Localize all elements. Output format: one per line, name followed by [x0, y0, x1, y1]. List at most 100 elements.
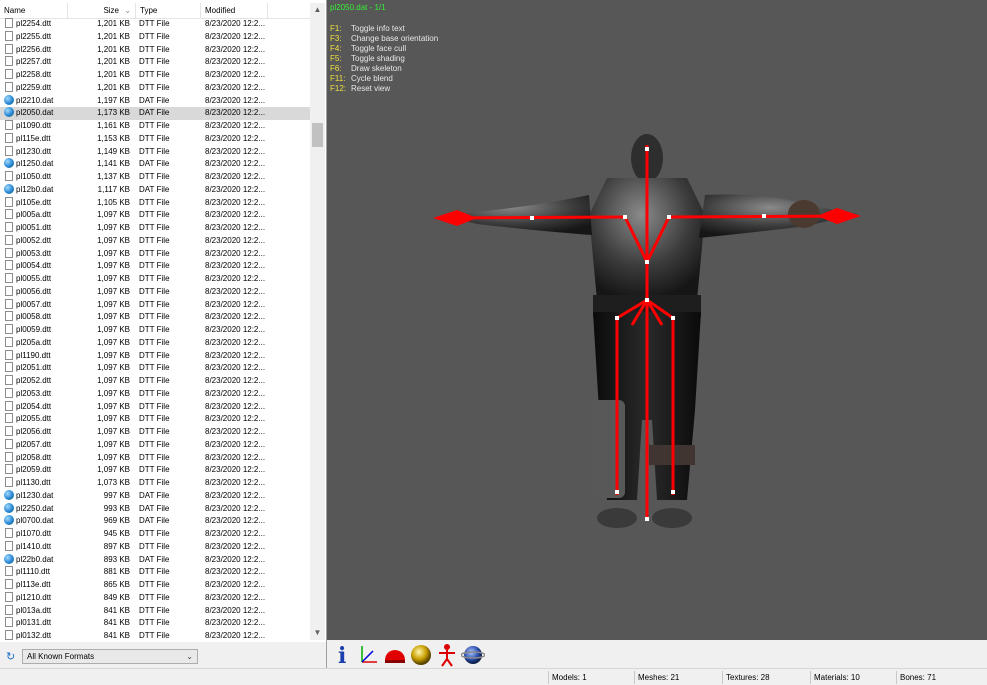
file-type: DTT File: [139, 312, 170, 322]
file-name: pl2057.dtt: [16, 439, 52, 449]
dome-icon[interactable]: [383, 642, 407, 667]
file-row[interactable]: pl2057.dtt 1,097 KB DTT File 8/23/2020 12:2…: [0, 438, 310, 452]
file-size: 997 KB: [103, 490, 130, 500]
file-row[interactable]: pl1210.dtt 849 KB DTT File 8/23/2020 12:2..…: [0, 591, 310, 605]
file-row[interactable]: pl113e.dtt 865 KB DTT File 8/23/2020 12:2..…: [0, 579, 310, 592]
model-viewport[interactable]: pl2050.dat - 1/1 F1: Toggle info text F3: C…: [327, 0, 987, 640]
file-row[interactable]: pl0059.dtt 1,097 KB DTT File 8/23/2020 12:2…: [0, 324, 310, 337]
file-row[interactable]: pl1190.dtt 1,097 KB DTT File 8/23/2020 12:2…: [0, 349, 310, 363]
format-filter-value: All Known Formats: [27, 652, 95, 661]
file-size: 1,201 KB: [97, 19, 130, 28]
file-modified: 8/23/2020 12:2...: [205, 337, 266, 347]
refresh-icon[interactable]: ↻: [6, 651, 18, 663]
file-size: 1,097 KB: [97, 401, 130, 411]
file-row[interactable]: pl1070.dtt 945 KB DTT File 8/23/2020 12:2..…: [0, 528, 310, 541]
file-row[interactable]: pl22b0.dat 893 KB DAT File 8/23/2020 12:2..…: [0, 553, 310, 567]
file-row[interactable]: pl0132.dtt 841 KB DTT File 8/23/2020 12:2..…: [0, 630, 310, 640]
file-modified: 8/23/2020 12:2...: [205, 19, 266, 28]
file-row[interactable]: pl1250.dat 1,141 KB DAT File 8/23/2020 12:2…: [0, 158, 310, 171]
file-size: 893 KB: [103, 554, 130, 564]
file-size: 1,149 KB: [97, 146, 130, 156]
file-row[interactable]: pl1110.dtt 881 KB DTT File 8/23/2020 12:2..…: [0, 566, 310, 579]
file-row[interactable]: pl2059.dtt 1,097 KB DTT File 8/23/2020 12:2…: [0, 464, 310, 477]
file-row[interactable]: pl0056.dtt 1,097 KB DTT File 8/23/2020 12:2…: [0, 285, 310, 299]
file-modified: 8/23/2020 12:2...: [205, 121, 266, 130]
file-row[interactable]: pl1230.dat 997 KB DAT File 8/23/2020 12:2..…: [0, 489, 310, 503]
file-row[interactable]: pl2254.dtt 1,201 KB DTT File 8/23/2020 12:2…: [0, 18, 310, 31]
file-row[interactable]: pl115e.dtt 1,153 KB DTT File 8/23/2020 12:2…: [0, 132, 310, 146]
file-name: pl1050.dtt: [16, 172, 52, 181]
file-row[interactable]: pl2257.dtt 1,201 KB DTT File 8/23/2020 12:2…: [0, 56, 310, 69]
column-header-name[interactable]: Name: [0, 3, 68, 18]
file-row[interactable]: pl2259.dtt 1,201 KB DTT File 8/23/2020 12:2…: [0, 81, 310, 95]
format-filter-select[interactable]: All Known Formats ⌄: [22, 649, 198, 664]
dat-icon: [4, 489, 14, 500]
file-row[interactable]: pl2256.dtt 1,201 KB DTT File 8/23/2020 12:2…: [0, 43, 310, 57]
file-row[interactable]: pl2055.dtt 1,097 KB DTT File 8/23/2020 12:2…: [0, 413, 310, 426]
file-row[interactable]: pl2255.dtt 1,201 KB DTT File 8/23/2020 12:2…: [0, 30, 310, 44]
file-modified: 8/23/2020 12:2...: [205, 452, 266, 462]
file-modified: 8/23/2020 12:2...: [205, 567, 266, 577]
file-modified: 8/23/2020 12:2...: [205, 210, 266, 220]
scroll-up-icon[interactable]: ▲: [310, 3, 325, 17]
file-size: 1,097 KB: [97, 235, 130, 245]
status-meshes: Meshes: 21: [634, 671, 722, 684]
file-icon: [5, 145, 13, 156]
file-row[interactable]: pl0054.dtt 1,097 KB DTT File 8/23/2020 12:2…: [0, 260, 310, 273]
scroll-down-icon[interactable]: ▼: [310, 626, 325, 640]
file-size: 1,097 KB: [97, 248, 130, 258]
file-row[interactable]: pl0052.dtt 1,097 KB DTT File 8/23/2020 12:2…: [0, 234, 310, 248]
file-row[interactable]: pl2053.dtt 1,097 KB DTT File 8/23/2020 12:2…: [0, 387, 310, 401]
file-row[interactable]: pl0053.dtt 1,097 KB DTT File 8/23/2020 12:2…: [0, 247, 310, 261]
scrollbar-thumb[interactable]: [312, 123, 323, 147]
file-row[interactable]: pl1230.dtt 1,149 KB DTT File 8/23/2020 12:2…: [0, 145, 310, 159]
axes-icon[interactable]: [357, 642, 381, 667]
file-size: 1,173 KB: [97, 108, 130, 118]
file-row[interactable]: pl1050.dtt 1,137 KB DTT File 8/23/2020 12:2…: [0, 171, 310, 184]
skeleton-icon[interactable]: [435, 642, 459, 667]
file-icon: [5, 247, 13, 258]
sphere-icon[interactable]: [409, 642, 433, 667]
file-modified: 8/23/2020 12:2...: [205, 465, 266, 475]
file-row[interactable]: pl2051.dtt 1,097 KB DTT File 8/23/2020 12:2…: [0, 362, 310, 375]
file-row[interactable]: pl0131.dtt 841 KB DTT File 8/23/2020 12:2..…: [0, 617, 310, 630]
file-row[interactable]: pl013a.dtt 841 KB DTT File 8/23/2020 12:2..…: [0, 604, 310, 618]
file-type: DTT File: [139, 478, 170, 487]
file-row[interactable]: pl2056.dtt 1,097 KB DTT File 8/23/2020 12:2…: [0, 426, 310, 439]
file-row[interactable]: pl1090.dtt 1,161 KB DTT File 8/23/2020 12:2…: [0, 120, 310, 133]
file-icon: [5, 336, 13, 347]
file-type: DTT File: [139, 172, 170, 181]
info-icon[interactable]: i: [331, 642, 355, 669]
file-row[interactable]: pl12b0.dat 1,117 KB DAT File 8/23/2020 12:2…: [0, 183, 310, 197]
file-row[interactable]: pl205a.dtt 1,097 KB DTT File 8/23/2020 12:2…: [0, 336, 310, 350]
file-row[interactable]: pl1130.dtt 1,073 KB DTT File 8/23/2020 12:2…: [0, 477, 310, 490]
file-icon: [5, 196, 13, 207]
file-list-scrollbar[interactable]: ▲ ▼: [310, 3, 325, 640]
file-row[interactable]: pl2050.dat 1,173 KB DAT File 8/23/2020 12:2…: [0, 107, 310, 120]
file-row[interactable]: pl0055.dtt 1,097 KB DTT File 8/23/2020 12:2…: [0, 273, 310, 286]
file-row[interactable]: pl2052.dtt 1,097 KB DTT File 8/23/2020 12:2…: [0, 375, 310, 388]
file-size: 841 KB: [103, 618, 130, 628]
planet-icon[interactable]: [460, 642, 486, 667]
file-row[interactable]: pl0058.dtt 1,097 KB DTT File 8/23/2020 12:2…: [0, 311, 310, 324]
file-row[interactable]: pl0051.dtt 1,097 KB DTT File 8/23/2020 12:2…: [0, 222, 310, 235]
file-modified: 8/23/2020 12:2...: [205, 350, 266, 360]
file-row[interactable]: pl1410.dtt 897 KB DTT File 8/23/2020 12:2..…: [0, 540, 310, 554]
file-modified: 8/23/2020 12:2...: [205, 44, 266, 54]
file-type: DTT File: [139, 605, 170, 615]
file-type: DAT File: [139, 108, 170, 118]
column-header-type[interactable]: Type: [136, 3, 201, 18]
file-row[interactable]: pl005a.dtt 1,097 KB DTT File 8/23/2020 12:2…: [0, 209, 310, 222]
file-row[interactable]: pl2054.dtt 1,097 KB DTT File 8/23/2020 12:2…: [0, 400, 310, 414]
column-header-modified[interactable]: Modified: [201, 3, 268, 18]
file-row[interactable]: pl0057.dtt 1,097 KB DTT File 8/23/2020 12:2…: [0, 298, 310, 312]
file-size: 1,141 KB: [97, 159, 130, 169]
file-row[interactable]: pl105e.dtt 1,105 KB DTT File 8/23/2020 12:2…: [0, 196, 310, 210]
column-header-size[interactable]: Size ⌄: [68, 3, 136, 18]
file-row[interactable]: pl0700.dat 969 KB DAT File 8/23/2020 12:2..…: [0, 515, 310, 528]
file-row[interactable]: pl2058.dtt 1,097 KB DTT File 8/23/2020 12:2…: [0, 451, 310, 465]
file-icon: [5, 617, 13, 628]
file-row[interactable]: pl2258.dtt 1,201 KB DTT File 8/23/2020 12:2…: [0, 69, 310, 82]
file-row[interactable]: pl2210.dat 1,197 KB DAT File 8/23/2020 12:2…: [0, 94, 310, 108]
file-row[interactable]: pl2250.dat 993 KB DAT File 8/23/2020 12:2..…: [0, 502, 310, 516]
